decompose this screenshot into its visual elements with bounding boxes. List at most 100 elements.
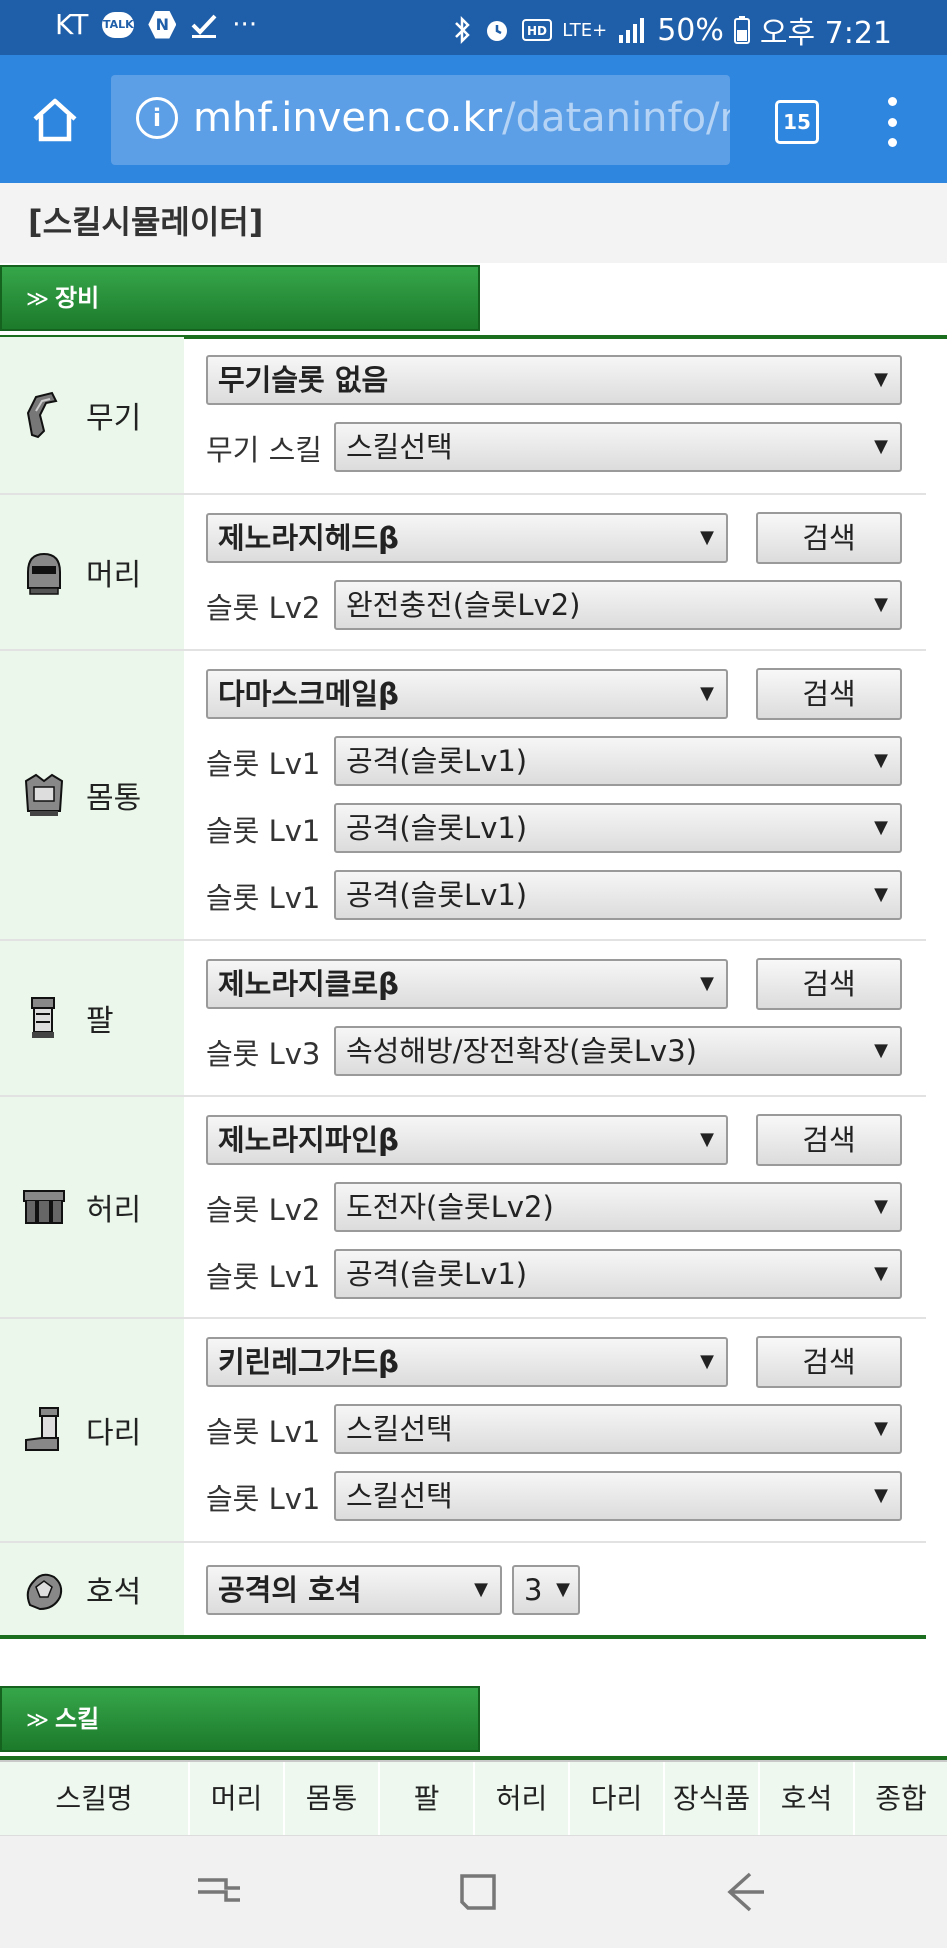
equip-content: 제노라지헤드β ▼ 검색 슬롯 Lv2 완전충전(슬롯Lv2) ▼ bbox=[184, 495, 926, 649]
address-bar[interactable]: i mhf.inven.co.kr/dataninfo/ml bbox=[111, 75, 730, 165]
select-value: 스킬선택 bbox=[346, 1412, 453, 1446]
leg-slot-select-1[interactable]: 스킬선택 ▼ bbox=[334, 1404, 902, 1454]
select-value: 스킬선택 bbox=[346, 430, 453, 464]
helmet-icon bbox=[27, 552, 61, 595]
equip-row-leg: 다리 키린레그가드β ▼ 검색 슬롯 Lv1 스킬선택 ▼ 슬롯 Lv1 스킬선택 ▼ bbox=[0, 1319, 926, 1543]
double-chevron-icon: ≫ bbox=[26, 287, 50, 312]
equip-label: 다리 bbox=[86, 1416, 142, 1451]
equip-content: 다마스크메일β ▼ 검색 슬롯 Lv1 공격(슬롯Lv1) ▼ 슬롯 Lv1 공격(… bbox=[184, 651, 926, 939]
chest-armor-icon bbox=[24, 773, 64, 816]
equip-label-cell: 머리 bbox=[0, 495, 184, 649]
weapon-slot-select[interactable]: 무기슬롯 없음 ▼ bbox=[206, 355, 902, 405]
info-icon[interactable]: i bbox=[136, 97, 178, 139]
slot-label: 슬롯 Lv1 bbox=[206, 1260, 321, 1294]
dropdown-arrow-icon: ▼ bbox=[874, 1196, 888, 1217]
slot-label: 슬롯 Lv2 bbox=[206, 1193, 321, 1227]
dropdown-arrow-icon: ▼ bbox=[700, 683, 714, 704]
slot-label: 슬롯 Lv1 bbox=[206, 747, 321, 781]
page-title-bar: [스킬시뮬레이터] bbox=[0, 183, 947, 263]
weapon-skill-select[interactable]: 스킬선택 ▼ bbox=[334, 422, 902, 472]
back-nav-icon[interactable] bbox=[716, 1866, 776, 1916]
equip-label-cell: 다리 bbox=[0, 1319, 184, 1541]
equip-row-gem: 호석 공격의 호석 ▼ 3 ▼ bbox=[0, 1543, 926, 1639]
column-header-skill-name: 스킬명 bbox=[0, 1762, 190, 1835]
body-slot-select-2[interactable]: 공격(슬롯Lv1) ▼ bbox=[334, 803, 902, 853]
url-host: mhf.inven.co.kr bbox=[193, 95, 503, 141]
dropdown-arrow-icon: ▼ bbox=[474, 1579, 488, 1600]
column-header-leg: 다리 bbox=[570, 1762, 665, 1835]
slot-label: 슬롯 Lv1 bbox=[206, 814, 321, 848]
head-search-button[interactable]: 검색 bbox=[756, 512, 902, 564]
equip-content: 제노라지클로β ▼ 검색 슬롯 Lv3 속성해방/장전확장(슬롯Lv3) ▼ bbox=[184, 941, 926, 1095]
equip-label-cell: 호석 bbox=[0, 1543, 184, 1635]
equip-label: 머리 bbox=[86, 558, 142, 593]
dropdown-arrow-icon: ▼ bbox=[874, 750, 888, 771]
url-text[interactable]: mhf.inven.co.kr/dataninfo/ml bbox=[193, 95, 730, 141]
head-armor-select[interactable]: 제노라지헤드β ▼ bbox=[206, 513, 728, 563]
double-chevron-icon: ≫ bbox=[26, 1708, 50, 1733]
alarm-icon bbox=[482, 15, 512, 45]
arm-slot-select[interactable]: 속성해방/장전확장(슬롯Lv3) ▼ bbox=[334, 1026, 902, 1076]
arm-armor-select[interactable]: 제노라지클로β ▼ bbox=[206, 959, 728, 1009]
equip-label: 무기 bbox=[86, 401, 142, 436]
dropdown-arrow-icon: ▼ bbox=[874, 1040, 888, 1061]
column-header-total: 종합 bbox=[875, 1782, 927, 1815]
talisman-level-select[interactable]: 3 ▼ bbox=[512, 1565, 580, 1615]
leg-slot-select-2[interactable]: 스킬선택 ▼ bbox=[334, 1471, 902, 1521]
select-value: 제노라지헤드β bbox=[218, 521, 399, 555]
select-value: 제노라지파인β bbox=[218, 1123, 399, 1157]
select-value: 공격(슬롯Lv1) bbox=[346, 811, 528, 845]
status-right: HD LTE+ 50% 오후 7:21 bbox=[452, 8, 892, 52]
equip-section-tab: ≫ 장비 bbox=[0, 265, 480, 331]
dropdown-arrow-icon: ▼ bbox=[556, 1579, 570, 1600]
dropdown-arrow-icon: ▼ bbox=[874, 436, 888, 457]
equip-row-arm: 팔 제노라지클로β ▼ 검색 슬롯 Lv3 속성해방/장전확장(슬롯Lv3) ▼ bbox=[0, 941, 926, 1097]
slot-label: 슬롯 Lv2 bbox=[206, 591, 321, 625]
talisman-select[interactable]: 공격의 호석 ▼ bbox=[206, 1565, 502, 1615]
weapon-skill-label: 무기 스킬 bbox=[206, 433, 322, 467]
status-bar: KT TALK N ··· HD LTE+ 50% 오후 7:21 bbox=[0, 0, 947, 55]
more-notifications-icon: ··· bbox=[232, 9, 258, 40]
column-header-talisman: 호석 bbox=[760, 1762, 855, 1835]
equip-row-weapon: 무기 무기슬롯 없음 ▼ 무기 스킬 스킬선택 ▼ bbox=[0, 337, 926, 495]
body-slot-select-3[interactable]: 공격(슬롯Lv1) ▼ bbox=[334, 870, 902, 920]
dropdown-arrow-icon: ▼ bbox=[700, 527, 714, 548]
status-left: KT TALK N ··· bbox=[55, 8, 257, 41]
system-nav-bar bbox=[0, 1835, 947, 1948]
leg-armor-select[interactable]: 키린레그가드β ▼ bbox=[206, 1337, 728, 1387]
skill-section-title: 스킬 bbox=[55, 1705, 100, 1733]
select-value: 도전자(슬롯Lv2) bbox=[346, 1190, 554, 1224]
carrier-label: KT bbox=[55, 8, 89, 41]
select-value: 스킬선택 bbox=[346, 1479, 453, 1513]
waist-slot-select-2[interactable]: 공격(슬롯Lv1) ▼ bbox=[334, 1249, 902, 1299]
lte-label: LTE+ bbox=[562, 19, 608, 41]
url-path: /dataninfo/ml bbox=[502, 95, 730, 141]
equip-row-waist: 허리 제노라지파인β ▼ 검색 슬롯 Lv2 도전자(슬롯Lv2) ▼ 슬롯 Lv1… bbox=[0, 1097, 926, 1319]
head-slot-select[interactable]: 완전충전(슬롯Lv2) ▼ bbox=[334, 580, 902, 630]
home-icon[interactable] bbox=[30, 95, 80, 145]
waist-search-button[interactable]: 검색 bbox=[756, 1114, 902, 1166]
tab-count-button[interactable]: 15 bbox=[775, 100, 819, 144]
equip-label-cell: 팔 bbox=[0, 941, 184, 1095]
home-nav-icon[interactable] bbox=[448, 1866, 508, 1916]
select-value: 제노라지클로β bbox=[218, 967, 399, 1001]
equip-label-cell: 허리 bbox=[0, 1097, 184, 1317]
equip-row-head: 머리 제노라지헤드β ▼ 검색 슬롯 Lv2 완전충전(슬롯Lv2) ▼ bbox=[0, 495, 926, 651]
overflow-menu-icon[interactable] bbox=[882, 97, 902, 147]
dropdown-arrow-icon: ▼ bbox=[874, 594, 888, 615]
waist-slot-select-1[interactable]: 도전자(슬롯Lv2) ▼ bbox=[334, 1182, 902, 1232]
arm-search-button[interactable]: 검색 bbox=[756, 958, 902, 1010]
waist-armor-icon bbox=[23, 1190, 65, 1224]
body-slot-select-1[interactable]: 공격(슬롯Lv1) ▼ bbox=[334, 736, 902, 786]
recent-apps-icon[interactable] bbox=[190, 1866, 250, 1916]
slot-label: 슬롯 Lv1 bbox=[206, 1482, 321, 1516]
leg-search-button[interactable]: 검색 bbox=[756, 1336, 902, 1388]
waist-armor-select[interactable]: 제노라지파인β ▼ bbox=[206, 1115, 728, 1165]
select-value: 공격(슬롯Lv1) bbox=[346, 744, 528, 778]
dropdown-arrow-icon: ▼ bbox=[874, 817, 888, 838]
body-armor-select[interactable]: 다마스크메일β ▼ bbox=[206, 669, 728, 719]
equip-label: 몸통 bbox=[86, 781, 142, 816]
select-value: 공격(슬롯Lv1) bbox=[346, 1257, 528, 1291]
gauntlet-icon bbox=[31, 997, 55, 1038]
body-search-button[interactable]: 검색 bbox=[756, 668, 902, 720]
